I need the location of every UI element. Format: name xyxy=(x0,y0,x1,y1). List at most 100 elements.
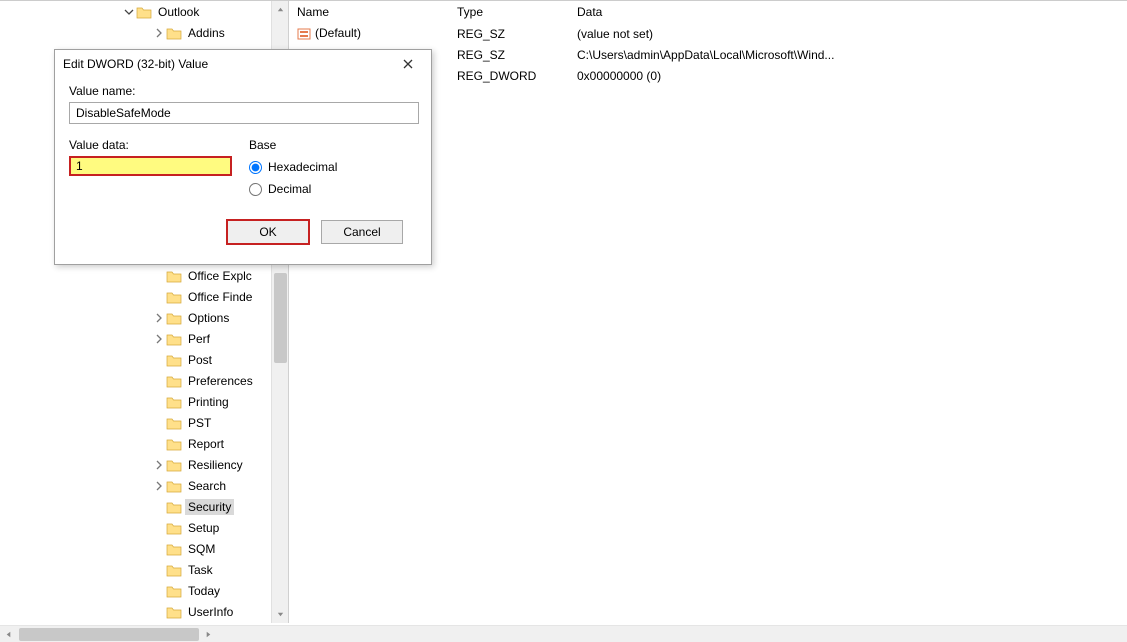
registry-value-icon xyxy=(297,27,311,41)
value-name-label: Value name: xyxy=(69,84,417,98)
chevron-right-icon[interactable] xyxy=(152,311,166,325)
folder-icon xyxy=(136,5,152,19)
radio-dec-input[interactable] xyxy=(249,183,262,196)
cancel-button[interactable]: Cancel xyxy=(321,220,403,244)
tree-item[interactable]: Office Explc xyxy=(0,265,272,286)
value-data-label: Value data: xyxy=(69,138,249,152)
base-group-label: Base xyxy=(249,138,417,152)
tree-item-picture-manager[interactable]: Picture Manage xyxy=(0,622,272,623)
tree-label: Today xyxy=(185,583,223,599)
chevron-right-icon[interactable] xyxy=(152,332,166,346)
folder-icon xyxy=(166,332,182,346)
folder-icon xyxy=(166,584,182,598)
tree-label: Task xyxy=(185,562,216,578)
folder-icon xyxy=(166,395,182,409)
folder-icon xyxy=(166,269,182,283)
value-name-cell: (Default) xyxy=(289,26,449,41)
folder-icon xyxy=(166,458,182,472)
chevron-down-icon[interactable] xyxy=(122,5,136,19)
tree-item[interactable]: Security xyxy=(0,496,272,517)
value-name-input[interactable] xyxy=(69,102,419,124)
tree-item[interactable]: Printing xyxy=(0,391,272,412)
value-type-cell: REG_SZ xyxy=(449,48,569,62)
tree-item[interactable]: Report xyxy=(0,433,272,454)
tree-item[interactable]: Resiliency xyxy=(0,454,272,475)
folder-icon xyxy=(166,374,182,388)
chevron-right-icon[interactable] xyxy=(152,458,166,472)
edit-dword-dialog: Edit DWORD (32-bit) Value Value name: Va… xyxy=(54,49,432,265)
tree-label: Outlook xyxy=(155,4,202,20)
tree-label: Options xyxy=(185,310,232,326)
scrollbar-thumb[interactable] xyxy=(19,628,199,641)
folder-icon xyxy=(166,542,182,556)
tree-item[interactable]: Options xyxy=(0,307,272,328)
folder-icon xyxy=(166,416,182,430)
tree-label: Preferences xyxy=(185,373,256,389)
tree-label: Addins xyxy=(185,25,228,41)
folder-icon xyxy=(166,563,182,577)
tree-item[interactable]: Office Finde xyxy=(0,286,272,307)
value-type-cell: REG_SZ xyxy=(449,27,569,41)
radio-hex-input[interactable] xyxy=(249,161,262,174)
scroll-right-icon[interactable] xyxy=(200,626,217,642)
radio-hexadecimal[interactable]: Hexadecimal xyxy=(249,156,417,178)
folder-icon xyxy=(166,605,182,619)
dialog-titlebar[interactable]: Edit DWORD (32-bit) Value xyxy=(55,50,431,78)
tree-item-addins[interactable]: Addins xyxy=(0,22,272,43)
scroll-left-icon[interactable] xyxy=(0,626,17,642)
tree-item[interactable]: Search xyxy=(0,475,272,496)
column-type[interactable]: Type xyxy=(449,5,569,19)
tree-item[interactable]: SQM xyxy=(0,538,272,559)
tree-label: Office Finde xyxy=(185,289,255,305)
folder-icon xyxy=(166,311,182,325)
folder-icon xyxy=(166,290,182,304)
tree-item[interactable]: Post xyxy=(0,349,272,370)
value-data-cell: 0x00000000 (0) xyxy=(569,69,1127,83)
chevron-right-icon[interactable] xyxy=(152,479,166,493)
value-type-cell: REG_DWORD xyxy=(449,69,569,83)
scroll-down-icon[interactable] xyxy=(272,606,289,623)
radio-decimal[interactable]: Decimal xyxy=(249,178,417,200)
registry-value-row[interactable]: (Default)REG_SZ(value not set) xyxy=(289,23,1127,44)
folder-icon xyxy=(166,353,182,367)
tree-label: UserInfo xyxy=(185,604,236,620)
radio-hex-label: Hexadecimal xyxy=(268,160,337,174)
tree-label: Printing xyxy=(185,394,232,410)
tree-label: Resiliency xyxy=(185,457,246,473)
value-data-input[interactable] xyxy=(69,156,232,176)
column-name[interactable]: Name xyxy=(289,5,449,19)
tree-label: Report xyxy=(185,436,227,452)
tree-item[interactable]: Preferences xyxy=(0,370,272,391)
tree-item[interactable]: Today xyxy=(0,580,272,601)
tree-label: SQM xyxy=(185,541,218,557)
tree-item[interactable]: UserInfo xyxy=(0,601,272,622)
tree-item[interactable]: PST xyxy=(0,412,272,433)
horizontal-scrollbar[interactable] xyxy=(0,625,1127,642)
tree-item-outlook[interactable]: Outlook xyxy=(0,1,272,22)
dialog-title-text: Edit DWORD (32-bit) Value xyxy=(63,57,393,71)
tree-label: Security xyxy=(185,499,234,515)
tree-label: Post xyxy=(185,352,215,368)
tree-label: Setup xyxy=(185,520,222,536)
tree-item[interactable]: Task xyxy=(0,559,272,580)
list-header[interactable]: Name Type Data xyxy=(289,1,1127,23)
ok-button[interactable]: OK xyxy=(227,220,309,244)
radio-dec-label: Decimal xyxy=(268,182,311,196)
folder-icon xyxy=(166,437,182,451)
scroll-up-icon[interactable] xyxy=(272,1,289,18)
tree-label: Search xyxy=(185,478,229,494)
value-data-cell: C:\Users\admin\AppData\Local\Microsoft\W… xyxy=(569,48,1127,62)
column-data[interactable]: Data xyxy=(569,5,1127,19)
tree-label: Perf xyxy=(185,331,213,347)
folder-icon xyxy=(166,479,182,493)
tree-label: Office Explc xyxy=(185,268,255,284)
scrollbar-thumb[interactable] xyxy=(274,273,287,363)
folder-icon xyxy=(166,521,182,535)
close-icon[interactable] xyxy=(393,53,423,75)
tree-item[interactable]: Perf xyxy=(0,328,272,349)
tree-item[interactable]: Setup xyxy=(0,517,272,538)
folder-icon xyxy=(166,500,182,514)
chevron-right-icon[interactable] xyxy=(152,26,166,40)
folder-icon xyxy=(166,26,182,40)
tree-label: PST xyxy=(185,415,214,431)
